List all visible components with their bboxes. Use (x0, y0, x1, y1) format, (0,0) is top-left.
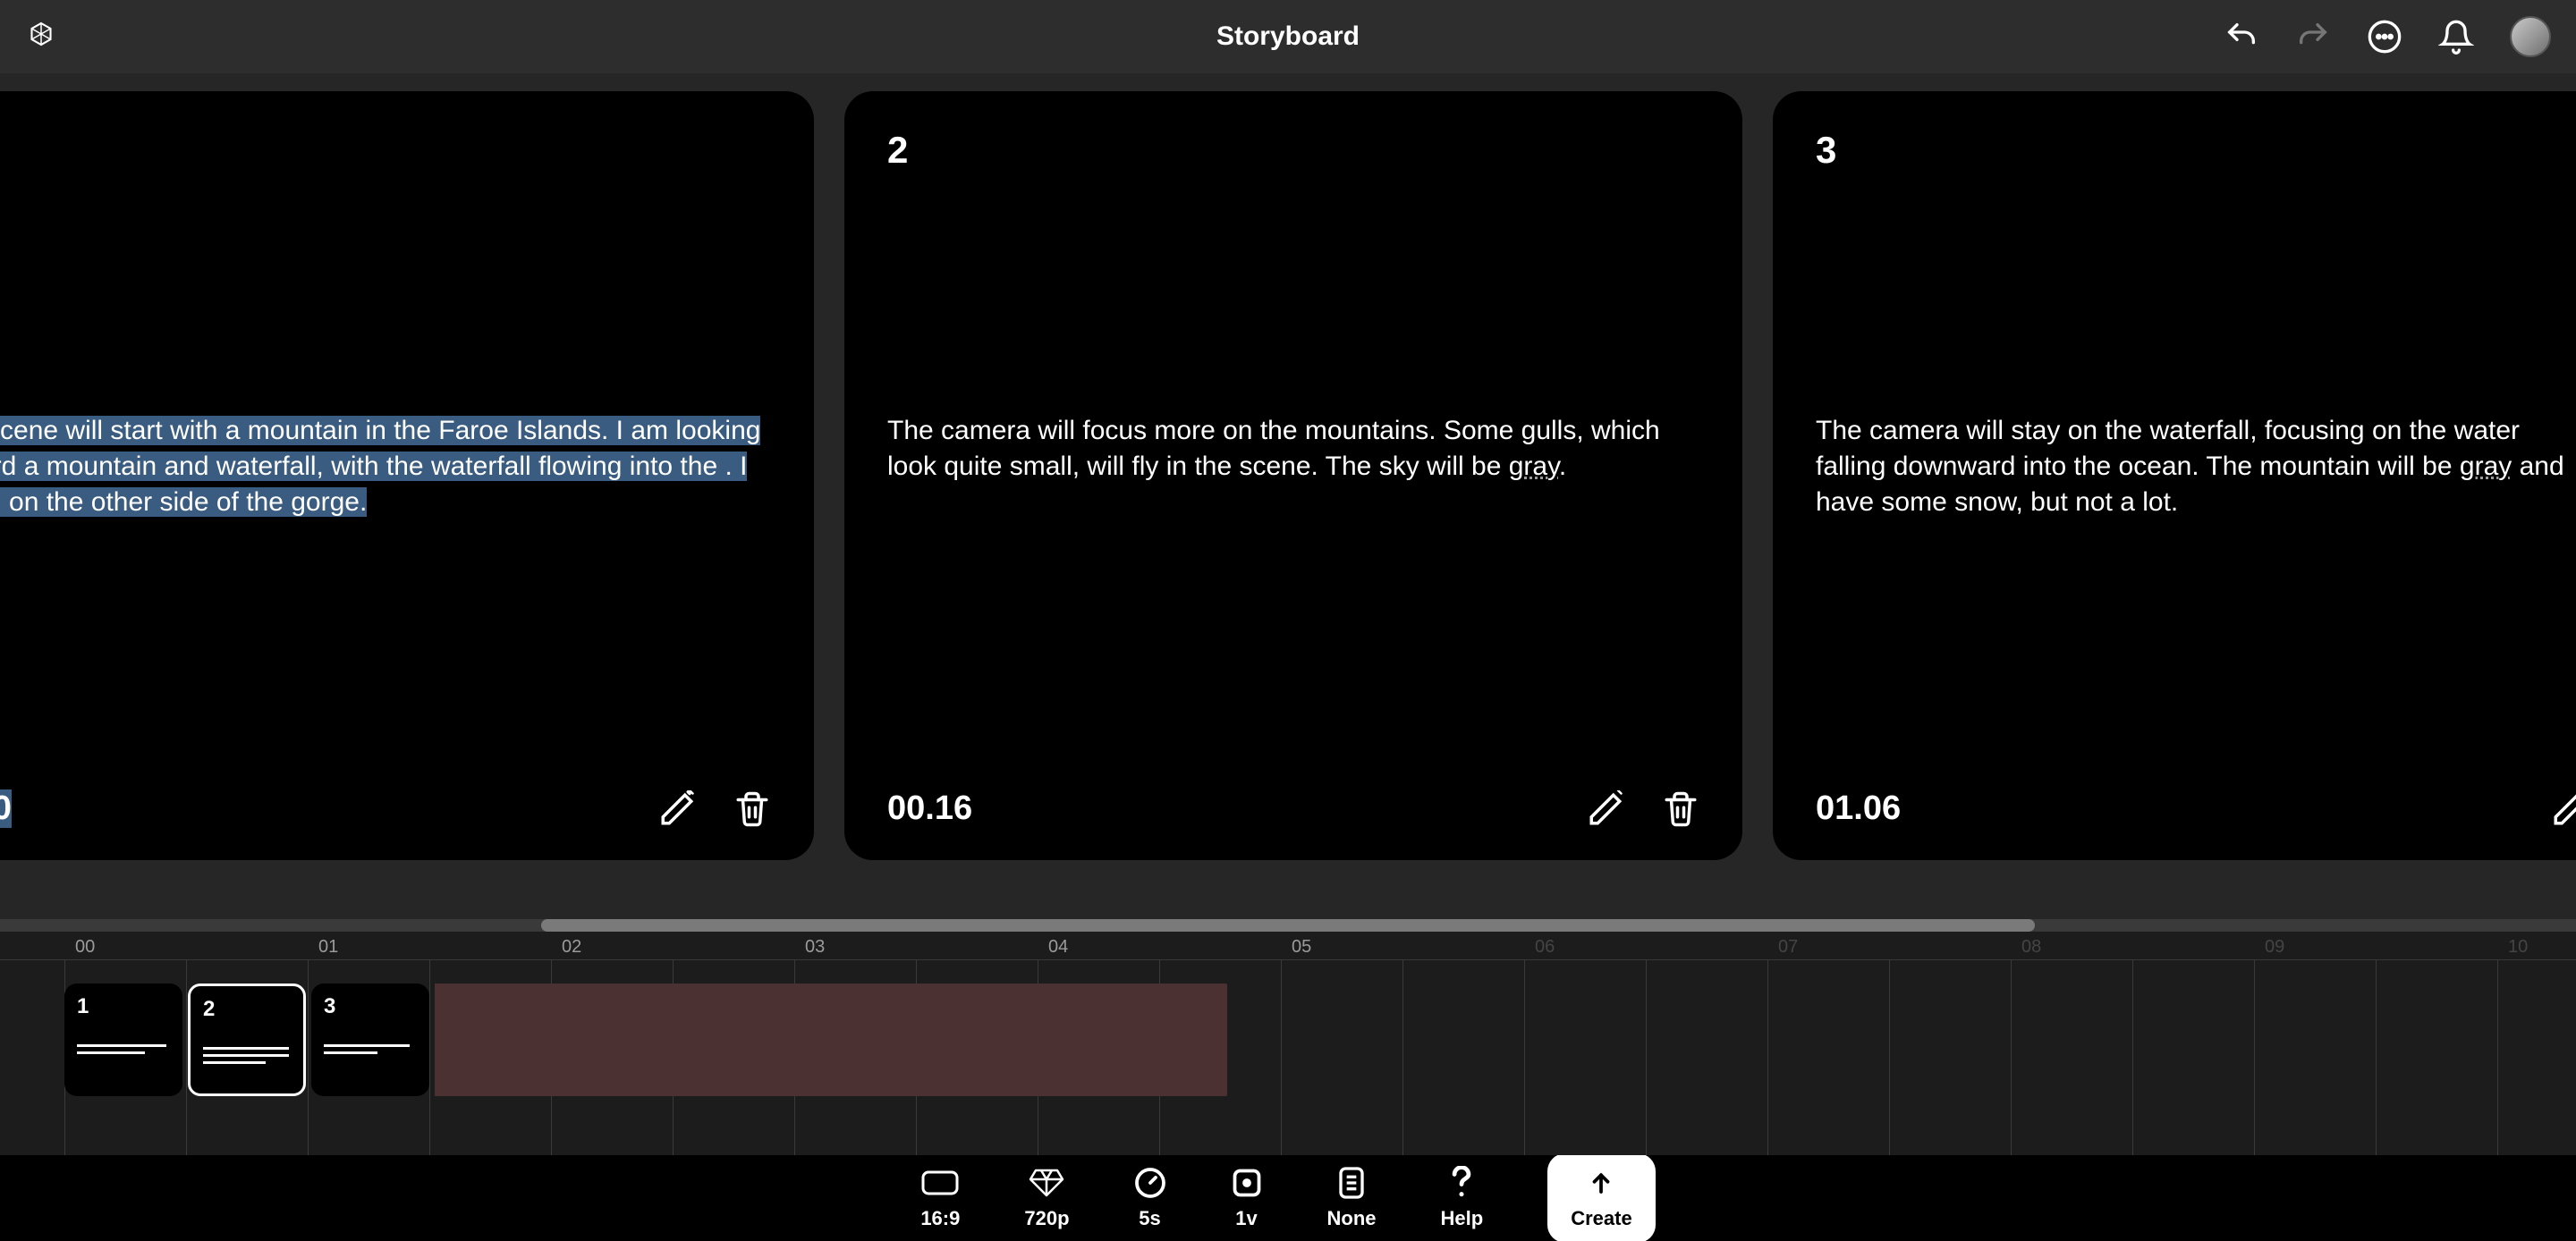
preset-icon (1337, 1166, 1366, 1200)
timeline-clip[interactable]: 1 (64, 984, 182, 1096)
timeline-clip[interactable]: 3 (311, 984, 429, 1096)
scene-description[interactable]: e scene will start with a mountain in th… (0, 413, 771, 520)
ruler-tick: 06 (1535, 937, 1555, 958)
delete-button[interactable] (1662, 790, 1699, 828)
ruler-tick: 05 (1292, 937, 1311, 958)
edit-button[interactable] (658, 790, 696, 828)
scene-number: 2 (887, 129, 1699, 172)
edit-button[interactable] (2551, 790, 2576, 828)
delete-button[interactable] (733, 790, 771, 828)
cards-row: 1 e scene will start with a mountain in … (0, 91, 2576, 860)
ruler-tick: 02 (562, 937, 581, 958)
bottom-toolbar: 16:9 720p 5s 1v None Help Create (0, 1155, 2576, 1241)
scene-timestamp: 00.16 (887, 789, 972, 828)
timeline[interactable]: 00 01 02 03 04 05 06 07 08 09 10 1 2 3 (0, 932, 2576, 1155)
ruler-tick: 07 (1778, 937, 1798, 958)
help-button[interactable]: Help (1441, 1166, 1484, 1230)
upload-icon (1588, 1166, 1614, 1200)
timeline-ruler[interactable]: 00 01 02 03 04 05 06 07 08 09 10 (0, 932, 2576, 960)
timeline-track[interactable]: 1 2 3 (64, 984, 1227, 1096)
duration-button[interactable]: 5s (1134, 1166, 1166, 1230)
ruler-tick: 03 (805, 937, 825, 958)
redo-button[interactable] (2295, 19, 2331, 55)
scene-timestamp: 01.06 (1816, 789, 1901, 828)
scene-number: 3 (1816, 129, 2576, 172)
scene-description[interactable]: The camera will stay on the waterfall, f… (1816, 413, 2576, 520)
timeline-clip[interactable]: 2 (188, 984, 306, 1096)
timeline-extension[interactable] (435, 984, 1227, 1096)
clip-number: 3 (324, 994, 417, 1019)
ruler-tick: 04 (1048, 937, 1068, 958)
scene-card-2[interactable]: 2 The camera will focus more on the moun… (844, 91, 1742, 860)
edit-button[interactable] (1587, 790, 1624, 828)
resolution-button[interactable]: 720p (1024, 1166, 1069, 1230)
diamond-icon (1029, 1166, 1064, 1200)
help-icon (1449, 1166, 1474, 1200)
scene-card-3[interactable]: 3 The camera will stay on the waterfall,… (1773, 91, 2576, 860)
clock-icon (1134, 1166, 1166, 1200)
page-title: Storyboard (0, 21, 2576, 52)
variations-icon (1231, 1166, 1263, 1200)
preset-button[interactable]: None (1327, 1166, 1377, 1230)
clip-number: 2 (203, 997, 291, 1022)
ruler-tick: 10 (2508, 937, 2528, 958)
create-button[interactable]: Create (1547, 1153, 1655, 1241)
ruler-tick: 01 (318, 937, 338, 958)
horizontal-scrollbar[interactable] (0, 919, 2576, 932)
scrollbar-thumb[interactable] (541, 919, 2035, 932)
ruler-tick: 08 (2021, 937, 2041, 958)
variations-button[interactable]: 1v (1231, 1166, 1263, 1230)
ruler-tick: 00 (75, 937, 95, 958)
scene-timestamp: .00 (0, 789, 12, 828)
aspect-icon (921, 1166, 959, 1200)
ruler-tick: 09 (2265, 937, 2284, 958)
scene-card-1[interactable]: 1 e scene will start with a mountain in … (0, 91, 814, 860)
scene-description[interactable]: The camera will focus more on the mounta… (887, 413, 1699, 485)
cards-viewport: 1 e scene will start with a mountain in … (0, 73, 2576, 932)
clip-number: 1 (77, 994, 170, 1019)
aspect-ratio-button[interactable]: 16:9 (920, 1166, 960, 1230)
topbar: Storyboard (0, 0, 2576, 73)
